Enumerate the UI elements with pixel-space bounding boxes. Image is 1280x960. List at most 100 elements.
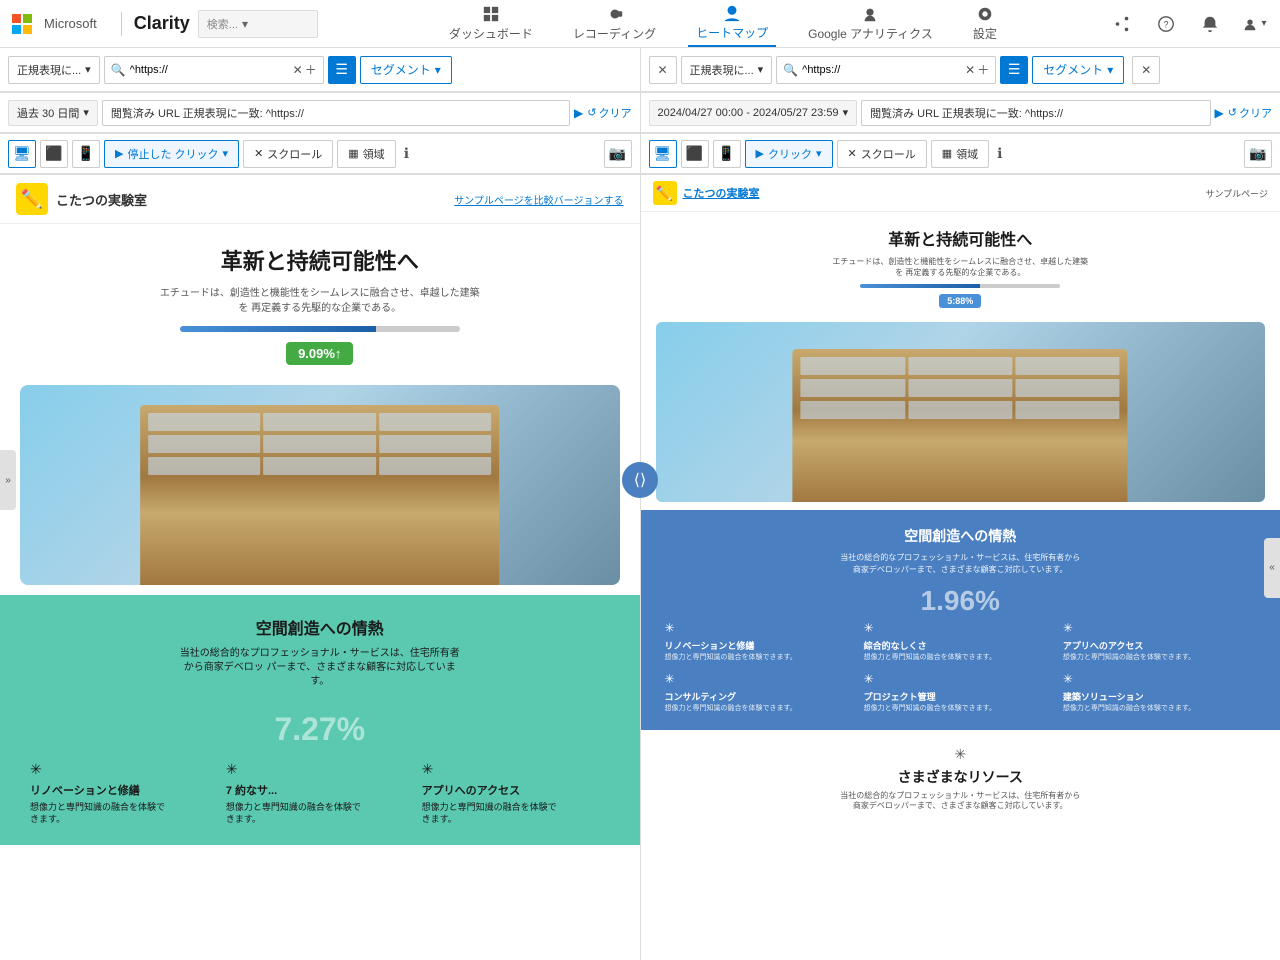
right-close-button[interactable]: ✕ [649,56,677,84]
left-section2-title: 空間創造への情熱 [20,615,620,639]
left-section-teal: 空間創造への情熱 当社の総合的なプロフェッショナル・サービスは、住宅所有者から商… [0,595,640,845]
right-scroll-mode[interactable]: ✕ スクロール [837,140,927,168]
right-facade-row2 [801,379,1120,397]
left-search-input[interactable] [130,64,291,76]
grid-title-1: リノベーションと修繕 [30,782,218,798]
notification-icon [1201,15,1219,33]
left-building-image [20,385,620,585]
left-camera-button[interactable]: 📷 [604,140,632,168]
right-grid-desc-2: 想像力と専門知識の融合を体験できます。 [864,654,1057,662]
right-grid-item-1: ✳ リノベーションと修繕 想像力と専門知識の融合を体験できます。 [665,621,858,662]
left-view-mobile[interactable]: 📱 [72,140,100,168]
right-regex-select[interactable]: 正規表現に... ▾ [681,56,773,84]
left-click-mode[interactable]: ▶ 停止した クリック ▾ [104,140,239,168]
right-clear-button[interactable]: ↺ クリア [1228,105,1272,121]
left-area-mode[interactable]: ▦ 領域 [337,140,395,168]
right-asterisk-section: ✳ [657,746,1265,763]
left-filter-button[interactable]: ☰ [328,56,356,84]
right-date-caret: ▾ [843,106,849,119]
nav-search[interactable]: 検索... ▾ [198,10,318,38]
left-filter-bar2: 過去 30 日間 ▾ 閲覧済み URL 正規表現に一致: ^https:// ▶… [0,93,640,133]
right-search-input[interactable] [802,64,963,76]
right-filter-button[interactable]: ☰ [1000,56,1028,84]
compare-button[interactable]: ⟨⟩ [622,462,658,498]
left-search-icon: 🔍 [111,63,126,77]
right-url-filter[interactable]: 閲覧済み URL 正規表現に一致: ^https:// [861,100,1210,126]
left-site-header: ✏️ こたつの実験室 サンプルページを比較バージョンする [0,175,640,224]
notification-button[interactable] [1196,10,1224,38]
right-area-mode[interactable]: ▦ 領域 [931,140,989,168]
left-view-tablet[interactable]: ⬛ [40,140,68,168]
left-regex-select[interactable]: 正規表現に... ▾ [8,56,100,84]
right-site-preview: ✏️ こたつの実験室 サンプルページ 革新と持続可能性へ エチュードは、創造性と… [641,175,1280,960]
nav-settings[interactable]: 設定 [965,1,1005,46]
right-click-label: クリック [768,146,812,162]
right-grid2-title-1: コンサルティング [665,690,858,703]
ms-grid-icon [12,14,32,34]
left-segment-button[interactable]: セグメント ▾ [360,56,452,84]
heatmap-icon [723,4,741,22]
right-close-button2[interactable]: ✕ [1132,56,1160,84]
main-content: » ✏️ こたつの実験室 サンプルページを比較バージョンする 革新と持続可能性へ [0,175,1280,960]
help-button[interactable]: ? [1152,10,1180,38]
left-scroll-mode[interactable]: ✕ スクロール [243,140,333,168]
right-click-mode[interactable]: ▶ クリック ▾ [745,140,833,168]
right-grid2-item-2: ✳ プロジェクト管理 想像力と専門知識の融合を体験できます。 [864,672,1057,713]
facade-cell [263,457,376,475]
right-grid2-item-1: ✳ コンサルティング 想像力と専門知識の融合を体験できます。 [665,672,858,713]
facade-cell [801,357,905,375]
nav-dashboard[interactable]: ダッシュボード [441,1,541,46]
left-date-button[interactable]: 過去 30 日間 ▾ [8,100,98,126]
right-view-desktop[interactable]: 🖥 [649,140,677,168]
left-clear-x[interactable]: ✕ [293,63,303,77]
left-add-icon[interactable]: ＋ [305,61,317,78]
left-area-icon: ▦ [348,147,358,160]
right-segment-button[interactable]: セグメント ▾ [1032,56,1124,84]
right-view-mobile[interactable]: 📱 [713,140,741,168]
left-collapse-button[interactable]: » [0,450,16,510]
recording-icon [606,5,624,23]
right-play-button[interactable]: ▶ [1215,106,1224,120]
right-info-button[interactable]: ℹ [997,145,1002,162]
facade-cell [263,413,376,431]
right-view-tablet[interactable]: ⬛ [681,140,709,168]
nav-heatmap[interactable]: ヒートマップ [688,0,776,47]
left-site-preview: ✏️ こたつの実験室 サンプルページを比較バージョンする 革新と持続可能性へ エ… [0,175,640,960]
nav-recording[interactable]: レコーディング [565,1,664,46]
right-area-label: 領域 [956,146,978,162]
right-heat-pct: 1.96% [657,585,1265,617]
right-add-icon[interactable]: ＋ [977,61,989,78]
left-segment-label: セグメント [371,61,431,78]
right-grid-desc-1: 想像力と専門知識の融合を体験できます。 [665,654,858,662]
left-url-filter[interactable]: 閲覧済み URL 正規表現に一致: ^https:// [102,100,570,126]
left-view-desktop[interactable]: 🖥 [8,140,36,168]
facade-cell [379,413,492,431]
left-hero-title: 革新と持続可能性へ [40,244,600,276]
right-building-image [656,322,1266,502]
facade-cell [379,435,492,453]
right-section2-desc: 当社の総合的なプロフェッショナル・サービスは、住宅所有者から商家デベロッパーまで… [840,552,1080,574]
nav-analytics[interactable]: Google アナリティクス [800,1,941,46]
left-view-bar: 🖥 ⬛ 📱 ▶ 停止した クリック ▾ ✕ スクロール ▦ 領域 ℹ 📷 [0,134,640,174]
left-site-link[interactable]: サンプルページを比較バージョンする [454,192,623,207]
facade-cell [148,457,261,475]
left-play-button[interactable]: ▶ [574,106,583,120]
ms-red [12,14,21,23]
left-date-caret: ▾ [83,106,89,119]
account-button[interactable]: ▾ [1240,10,1268,38]
facade-cell [801,401,905,419]
left-click-icon: ▶ [115,147,123,160]
share-button[interactable] [1108,10,1136,38]
right-section3-title: さまざまなリソース [657,767,1265,787]
right-search-wrap: 🔍 ✕ ＋ [776,56,996,84]
left-area-label: 領域 [363,146,385,162]
right-grid2-item-3: ✳ 建築ソリューション 想像力と専門知識の融合を体験できます。 [1063,672,1256,713]
right-date-button[interactable]: 2024/04/27 00:00 - 2024/05/27 23:59 ▾ [649,100,858,126]
left-clear-button[interactable]: ↺ クリア [587,105,631,121]
dashboard-icon [482,5,500,23]
left-site-logo: ✏️ [16,183,48,215]
right-clear-x[interactable]: ✕ [965,63,975,77]
right-collapse-button[interactable]: « [1264,538,1280,598]
right-camera-button[interactable]: 📷 [1244,140,1272,168]
left-info-button[interactable]: ℹ [404,145,409,162]
